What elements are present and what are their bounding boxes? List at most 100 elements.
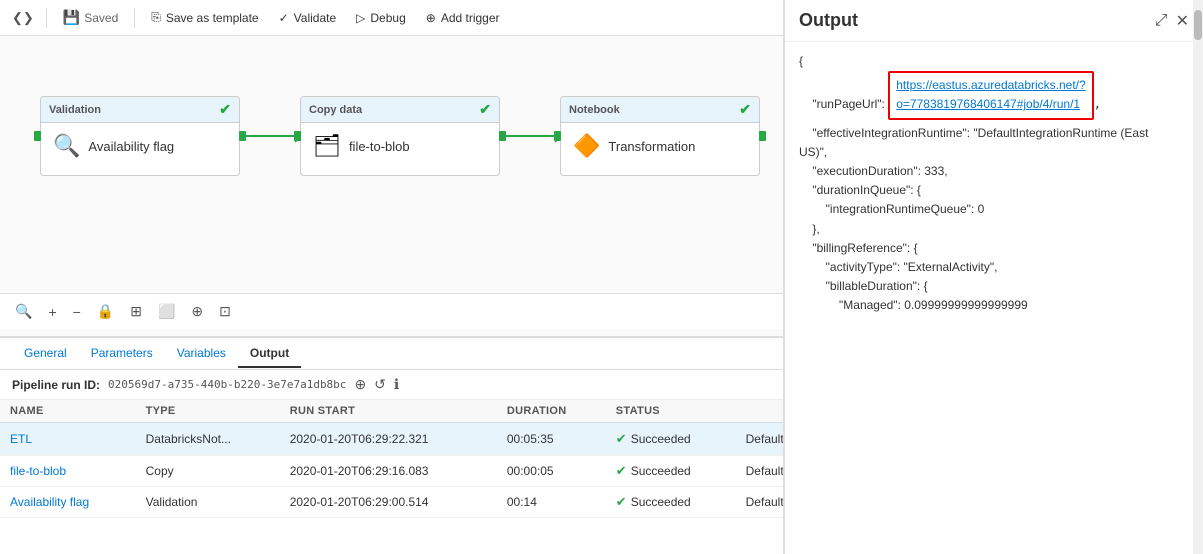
info-button[interactable]: ℹ bbox=[394, 376, 399, 393]
cell-status-0: ✔Succeeded bbox=[606, 423, 736, 456]
tab-general-label: General bbox=[24, 346, 67, 360]
cell-type-2: Validation bbox=[136, 487, 280, 518]
cell-duration-2: 00:14 bbox=[497, 487, 606, 518]
output-title: Output bbox=[799, 10, 858, 31]
validate-button[interactable]: ✓ Validate bbox=[271, 7, 345, 29]
add-trigger-icon: ⊕ bbox=[426, 11, 436, 25]
col-run-start: RUN START bbox=[280, 400, 497, 423]
more-tool[interactable]: ⊡ bbox=[214, 300, 236, 323]
close-output-button[interactable]: ✕ bbox=[1176, 11, 1189, 31]
tab-parameters[interactable]: Parameters bbox=[79, 340, 165, 368]
rerun-button[interactable]: ↺ bbox=[374, 376, 386, 393]
node-check-icon-copy: ✔ bbox=[479, 101, 491, 118]
debug-icon: ▷ bbox=[356, 11, 365, 25]
save-as-template-button[interactable]: ⎘ Save as template bbox=[143, 6, 266, 29]
cell-type-1: Copy bbox=[136, 456, 280, 487]
output-activity-type: "activityType": "ExternalActivity", bbox=[799, 260, 997, 274]
node-check-icon-notebook: ✔ bbox=[739, 101, 751, 118]
output-open-brace: { bbox=[799, 54, 803, 68]
node-body-validation: 🔍 Availability flag bbox=[41, 123, 239, 169]
output-scrollbar-thumb bbox=[1194, 10, 1202, 40]
output-billing-ref: "billingReference": { bbox=[799, 241, 918, 255]
expand-panels-icon[interactable]: ❮❯ bbox=[8, 6, 38, 30]
saved-status: 💾 Saved bbox=[55, 5, 126, 30]
pipeline-run-label: Pipeline run ID: bbox=[12, 378, 100, 392]
col-status: STATUS bbox=[606, 400, 736, 423]
output-url-link[interactable]: https://eastus.azuredatabricks.net/?o=77… bbox=[896, 78, 1085, 111]
output-effective-ir-val: US)", bbox=[799, 145, 827, 159]
save-template-label: Save as template bbox=[166, 11, 259, 25]
node-name-validation: Availability flag bbox=[88, 139, 174, 154]
saved-label: Saved bbox=[84, 11, 118, 25]
tab-output[interactable]: Output bbox=[238, 340, 301, 368]
grid-tool[interactable]: ⊞ bbox=[125, 300, 147, 323]
output-header-buttons: ⤢ ✕ bbox=[1155, 11, 1189, 31]
notebook-icon: 🔶 bbox=[573, 133, 600, 159]
pipeline-node-copy[interactable]: Copy data ✔ 🗂 file-to-blob bbox=[300, 96, 500, 176]
toolbar-divider-1 bbox=[46, 8, 47, 28]
copy-icon: 🗂 bbox=[313, 133, 341, 159]
save-template-icon: ⎘ bbox=[151, 10, 161, 25]
output-scrollbar[interactable] bbox=[1193, 0, 1203, 554]
pipeline-node-notebook[interactable]: Notebook ✔ 🔶 Transformation bbox=[560, 96, 760, 176]
col-type: TYPE bbox=[136, 400, 280, 423]
tab-general[interactable]: General bbox=[12, 340, 79, 368]
node-header-copy: Copy data ✔ bbox=[301, 97, 499, 123]
node-header-notebook: Notebook ✔ bbox=[561, 97, 759, 123]
validate-label: Validate bbox=[294, 11, 336, 25]
output-exec-dur: "executionDuration": 333, bbox=[799, 164, 948, 178]
cell-run-start-2: 2020-01-20T06:29:00.514 bbox=[280, 487, 497, 518]
tab-variables[interactable]: Variables bbox=[165, 340, 238, 368]
node-body-copy: 🗂 file-to-blob bbox=[301, 123, 499, 169]
toolbar-divider-2 bbox=[134, 8, 135, 28]
output-effective-ir-key: "effectiveIntegrationRuntime": "DefaultI… bbox=[799, 126, 1148, 140]
cell-run-start-0: 2020-01-20T06:29:22.321 bbox=[280, 423, 497, 456]
output-header: Output ⤢ ✕ bbox=[785, 0, 1203, 42]
tab-output-label: Output bbox=[250, 346, 289, 360]
cell-name-2: Availability flag bbox=[0, 487, 136, 518]
cell-status-2: ✔Succeeded bbox=[606, 487, 736, 518]
zoom-in-tool[interactable]: + bbox=[43, 301, 61, 323]
zoom-out-tool[interactable]: − bbox=[68, 301, 86, 323]
node-type-notebook: Notebook bbox=[569, 104, 620, 116]
pipeline-run-id: 020569d7-a735-440b-b220-3e7e7a1db8bc bbox=[108, 378, 346, 391]
node-type-copy: Copy data bbox=[309, 104, 362, 116]
output-dur-queue: "durationInQueue": { bbox=[799, 183, 921, 197]
expand-output-button[interactable]: ⤢ bbox=[1155, 11, 1168, 31]
cell-status-1: ✔Succeeded bbox=[606, 456, 736, 487]
cell-type-0: DatabricksNot... bbox=[136, 423, 280, 456]
cell-name-0: ETL bbox=[0, 423, 136, 456]
cell-duration-0: 00:05:35 bbox=[497, 423, 606, 456]
output-url-box: https://eastus.azuredatabricks.net/?o=77… bbox=[888, 71, 1093, 119]
cell-run-start-1: 2020-01-20T06:29:16.083 bbox=[280, 456, 497, 487]
node-type-validation: Validation bbox=[49, 104, 101, 116]
output-ir-queue: "integrationRuntimeQueue": 0 bbox=[799, 202, 984, 216]
node-name-notebook: Transformation bbox=[608, 139, 695, 154]
node-name-copy: file-to-blob bbox=[349, 139, 410, 154]
node-check-icon-validation: ✔ bbox=[219, 101, 231, 118]
copy-run-id-button[interactable]: ⊕ bbox=[354, 376, 366, 393]
output-run-page-key: "runPageUrl": bbox=[799, 97, 888, 111]
node-body-notebook: 🔶 Transformation bbox=[561, 123, 759, 169]
col-name: NAME bbox=[0, 400, 136, 423]
lock-tool[interactable]: 🔒 bbox=[92, 300, 119, 323]
zoom-search-tool[interactable]: 🔍 bbox=[10, 300, 37, 323]
cell-name-1: file-to-blob bbox=[0, 456, 136, 487]
tab-parameters-label: Parameters bbox=[91, 346, 153, 360]
tab-variables-label: Variables bbox=[177, 346, 226, 360]
save-icon: 💾 bbox=[63, 9, 80, 26]
debug-label: Debug bbox=[370, 11, 405, 25]
cell-duration-1: 00:00:05 bbox=[497, 456, 606, 487]
validate-icon: ✓ bbox=[279, 11, 289, 25]
output-dur-close: }, bbox=[799, 222, 820, 236]
node-header-validation: Validation ✔ bbox=[41, 97, 239, 123]
pointer-tool[interactable]: ⊕ bbox=[186, 300, 208, 323]
add-trigger-button[interactable]: ⊕ Add trigger bbox=[418, 7, 508, 29]
debug-button[interactable]: ▷ Debug bbox=[348, 7, 414, 29]
output-billable-dur: "billableDuration": { bbox=[799, 279, 928, 293]
output-text-pre: { "runPageUrl": https://eastus.azuredata… bbox=[799, 52, 1189, 315]
col-duration: DURATION bbox=[497, 400, 606, 423]
select-tool[interactable]: ⬜ bbox=[153, 300, 180, 323]
output-managed: "Managed": 0.09999999999999999 bbox=[799, 298, 1028, 312]
pipeline-node-validation[interactable]: Validation ✔ 🔍 Availability flag bbox=[40, 96, 240, 176]
